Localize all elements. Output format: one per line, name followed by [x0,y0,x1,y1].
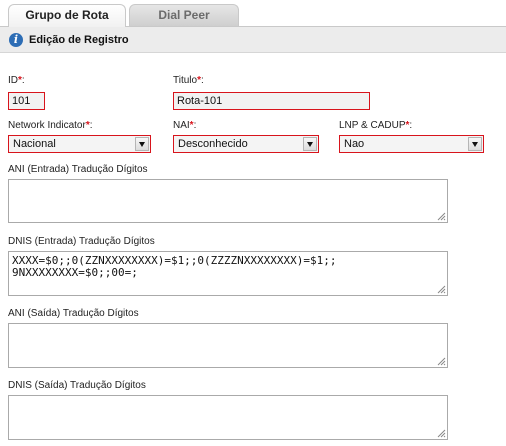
nai-select[interactable]: Desconhecido [173,135,319,153]
info-icon: i [9,33,23,47]
resize-grip-icon[interactable] [437,429,446,438]
chevron-down-icon[interactable] [468,137,482,151]
resize-grip-icon[interactable] [437,212,446,221]
edit-toolbar: i Edição de Registro [0,26,506,53]
chevron-down-icon[interactable] [303,137,317,151]
resize-grip-icon[interactable] [437,357,446,366]
titulo-field[interactable]: Rota-101 [173,92,370,110]
ani-saida-label: ANI (Saída) Tradução Dígitos [8,308,139,319]
dnis-entrada-line-2: 9NXXXXXXXX=$0;;00=; [12,266,138,279]
lnp-cadup-value: Nao [344,138,365,150]
titulo-label: Titulo*: [173,75,204,86]
dnis-entrada-textarea[interactable]: XXXX=$0;;0(ZZNXXXXXXXX)=$1;;0(ZZZZNXXXXX… [8,251,448,296]
network-indicator-select[interactable]: Nacional [8,135,151,153]
ani-entrada-label: ANI (Entrada) Tradução Dígitos [8,164,148,175]
ani-saida-textarea[interactable] [8,323,448,368]
lnp-cadup-label: LNP & CADUP*: [339,120,413,131]
dnis-saida-label: DNIS (Saída) Tradução Dígitos [8,380,146,391]
nai-label: NAI*: [173,120,197,131]
id-label: ID*: [8,75,25,86]
network-indicator-label: Network Indicator*: [8,120,93,131]
resize-grip-icon[interactable] [437,285,446,294]
network-indicator-value: Nacional [13,138,56,150]
toolbar-title: Edição de Registro [29,34,129,46]
ani-entrada-textarea[interactable] [8,179,448,223]
nai-value: Desconhecido [178,138,248,150]
dnis-entrada-label: DNIS (Entrada) Tradução Dígitos [8,236,155,247]
tab-grupo-de-rota[interactable]: Grupo de Rota [8,4,126,27]
id-field[interactable]: 101 [8,92,45,110]
chevron-down-icon[interactable] [135,137,149,151]
lnp-cadup-select[interactable]: Nao [339,135,484,153]
tab-bar: Grupo de Rota Dial Peer [0,0,506,27]
dnis-saida-textarea[interactable] [8,395,448,440]
tab-dial-peer[interactable]: Dial Peer [129,4,239,26]
